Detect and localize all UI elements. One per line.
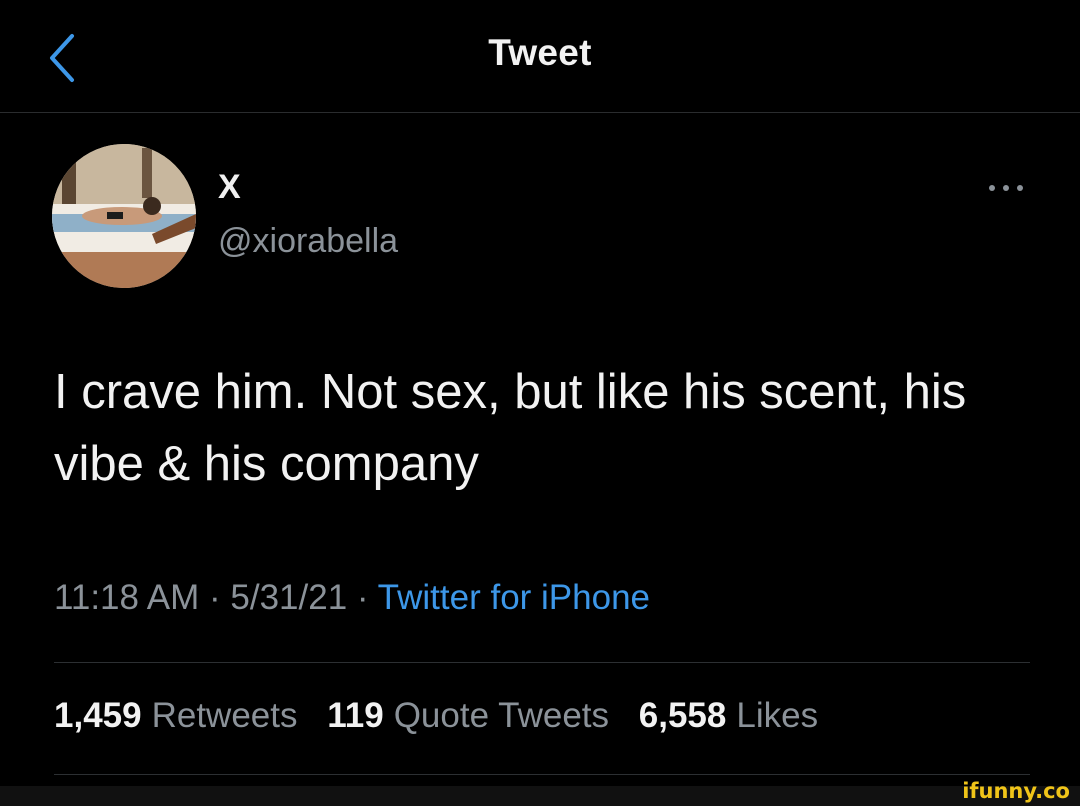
more-options-button[interactable]	[986, 178, 1026, 198]
quote-tweets-stat[interactable]: 119 Quote Tweets	[327, 696, 609, 736]
bottom-band	[0, 786, 1080, 806]
likes-label: Likes	[736, 696, 819, 735]
tweet-stats: 1,459 Retweets 119 Quote Tweets 6,558 Likes	[54, 696, 838, 736]
tweet-metadata: 11:18 AM · 5/31/21 · Twitter for iPhone	[54, 578, 650, 618]
retweets-stat[interactable]: 1,459 Retweets	[54, 696, 298, 736]
author-handle[interactable]: @xiorabella	[218, 222, 398, 261]
avatar[interactable]	[52, 144, 196, 288]
profile-photo	[52, 144, 196, 288]
divider	[54, 662, 1030, 663]
retweets-count: 1,459	[54, 696, 142, 735]
separator: ·	[209, 578, 221, 617]
page-title: Tweet	[488, 32, 592, 73]
likes-count: 6,558	[638, 696, 727, 735]
separator: ·	[356, 578, 369, 617]
divider	[54, 774, 1030, 775]
tweet-time: 11:18 AM	[54, 578, 200, 617]
tweet-source-link[interactable]: Twitter for iPhone	[378, 578, 650, 617]
quote-tweets-count: 119	[327, 696, 384, 735]
watermark: ifunny.co	[962, 779, 1070, 803]
likes-stat[interactable]: 6,558 Likes	[639, 696, 818, 736]
retweets-label: Retweets	[151, 696, 298, 735]
author-display-name[interactable]: X	[218, 168, 241, 207]
top-nav-bar: Tweet	[0, 0, 1080, 113]
tweet-date: 5/31/21	[230, 578, 348, 617]
more-horizontal-icon	[989, 185, 1023, 191]
quote-tweets-label: Quote Tweets	[393, 696, 610, 735]
tweet-text: I crave him. Not sex, but like his scent…	[54, 365, 967, 491]
